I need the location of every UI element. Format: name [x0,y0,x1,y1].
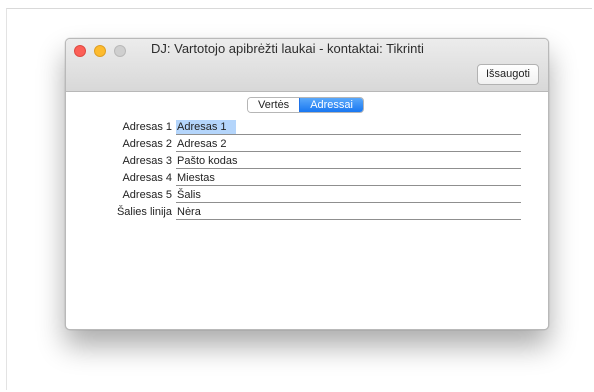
tab-adressai[interactable]: Adressai [299,98,363,112]
tab-switcher: Vertės Adressai [247,97,364,113]
field-label: Adresas 2 [122,138,172,150]
window-content: Vertės Adressai Adresas 1 Adresas 2 Adre… [66,92,548,329]
field-row-salies-linija: Šalies linija [66,205,548,222]
adresas-1-field[interactable] [176,120,521,135]
dialog-window: DJ: Vartotojo apibrėžti laukai - kontakt… [65,38,549,330]
field-row-adresas-5: Adresas 5 [66,188,548,205]
close-icon[interactable] [74,45,86,57]
tab-vertes[interactable]: Vertės [248,98,300,112]
minimize-icon[interactable] [94,45,106,57]
field-label: Adresas 3 [122,155,172,167]
salies-linija-field[interactable] [176,205,521,220]
field-row-adresas-3: Adresas 3 [66,154,548,171]
field-label: Šalies linija [116,206,172,218]
titlebar: DJ: Vartotojo apibrėžti laukai - kontakt… [66,39,548,92]
window-title: DJ: Vartotojo apibrėžti laukai - kontakt… [151,41,424,56]
adresas-3-field[interactable] [176,154,521,169]
field-row-adresas-1: Adresas 1 [66,120,548,137]
adresas-2-field[interactable] [176,137,521,152]
field-row-adresas-4: Adresas 4 [66,171,548,188]
adresas-4-field[interactable] [176,171,521,186]
field-label: Adresas 4 [122,172,172,184]
zoom-icon [114,45,126,57]
adresas-5-field[interactable] [176,188,521,203]
save-button[interactable]: Išsaugoti [476,64,539,85]
field-label: Adresas 5 [122,189,172,201]
field-label: Adresas 1 [122,121,172,133]
field-row-adresas-2: Adresas 2 [66,137,548,154]
